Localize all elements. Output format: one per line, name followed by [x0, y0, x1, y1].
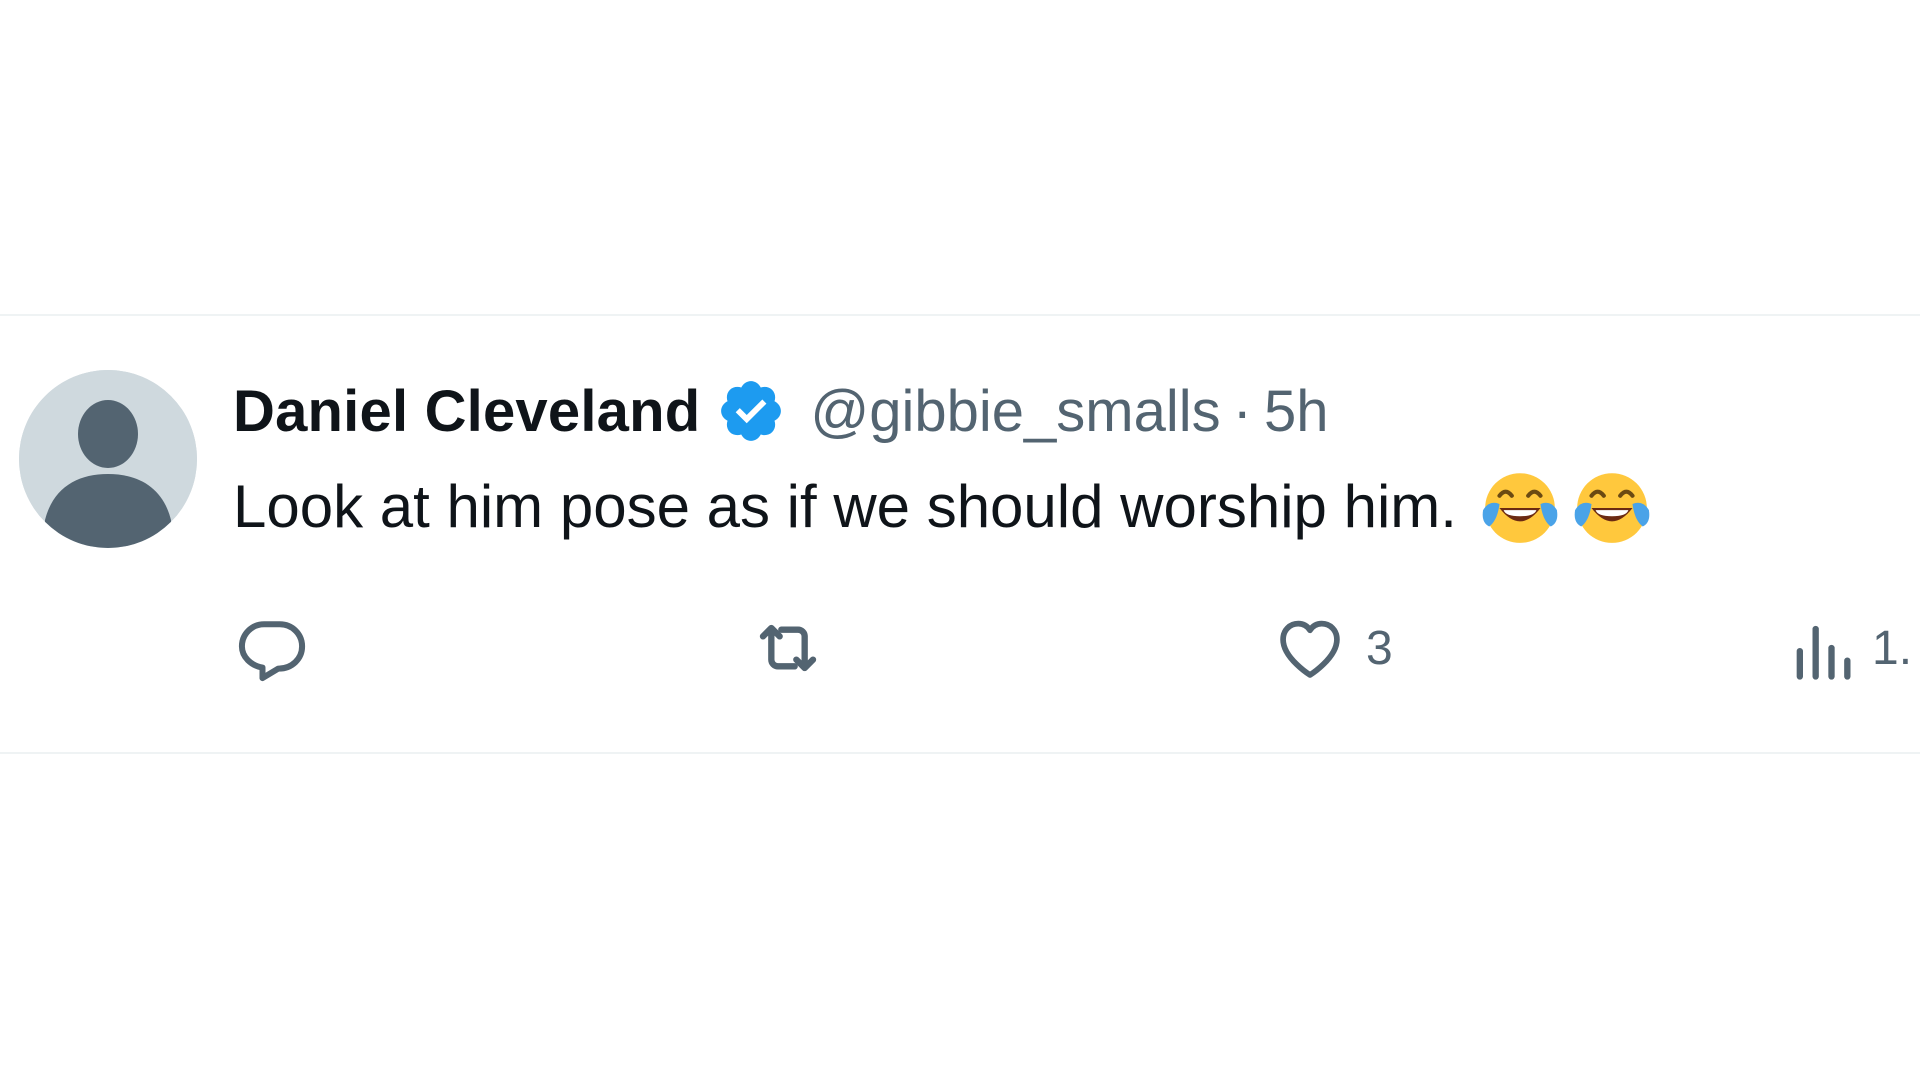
face-with-tears-of-joy-icon — [1479, 465, 1561, 547]
avatar[interactable] — [19, 370, 197, 548]
display-name[interactable]: Daniel Cleveland — [233, 378, 700, 445]
reply-icon — [234, 610, 310, 686]
retweet-icon — [748, 608, 828, 688]
default-avatar-icon — [19, 370, 197, 548]
tweet[interactable]: Daniel Cleveland @gibbie_smalls · 5h Loo… — [0, 316, 1920, 752]
user-handle[interactable]: @gibbie_smalls — [810, 378, 1220, 445]
retweet-button[interactable] — [748, 610, 828, 686]
timestamp[interactable]: 5h — [1264, 378, 1329, 445]
reply-button[interactable] — [234, 610, 310, 686]
tweet-text: Look at him pose as if we should worship… — [233, 468, 1653, 544]
face-with-tears-of-joy-icon — [1571, 465, 1653, 547]
heart-icon — [1272, 610, 1348, 686]
analytics-icon — [1790, 610, 1854, 686]
like-button[interactable]: 3 — [1272, 610, 1393, 686]
tweet-actions: 3 1. — [0, 610, 1920, 686]
views-button[interactable]: 1. — [1790, 610, 1912, 686]
tweet-text-content: Look at him pose as if we should worship… — [233, 472, 1457, 540]
separator-dot: · — [1232, 378, 1252, 444]
tweet-header: Daniel Cleveland @gibbie_smalls · 5h — [233, 378, 1329, 444]
like-count: 3 — [1366, 621, 1393, 675]
tweet-screenshot: Daniel Cleveland @gibbie_smalls · 5h Loo… — [0, 0, 1920, 1080]
verified-badge-icon[interactable] — [716, 376, 786, 446]
views-count: 1. — [1872, 621, 1913, 675]
bottom-divider — [0, 752, 1920, 754]
